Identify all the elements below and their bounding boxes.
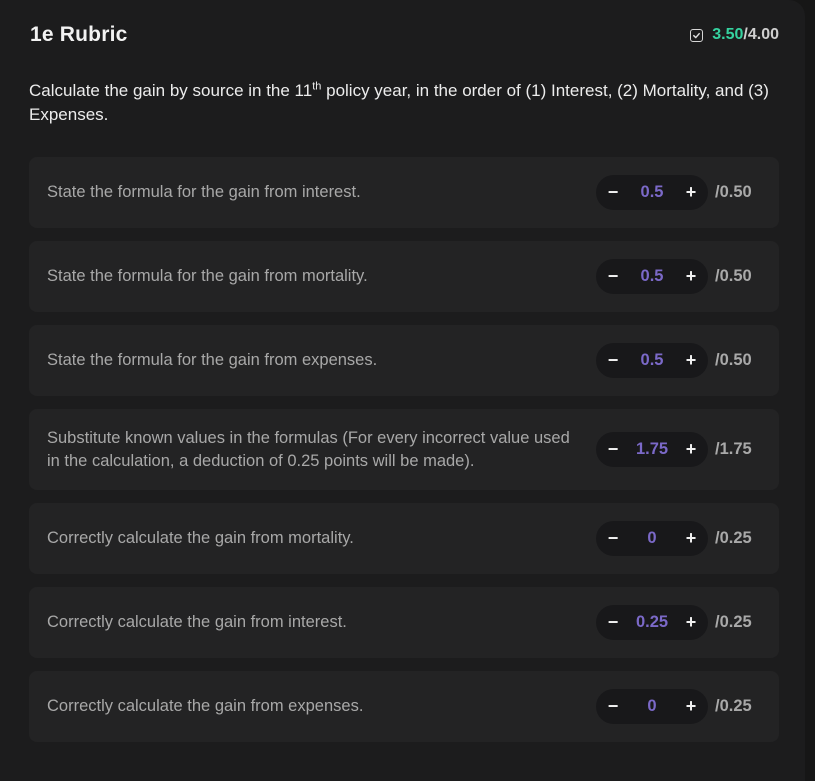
rubric-item: Correctly calculate the gain from mortal… <box>29 503 779 574</box>
rubric-item-label: State the formula for the gain from mort… <box>47 267 368 285</box>
increment-button[interactable]: + <box>684 266 698 287</box>
score-stepper: − 0 + <box>596 521 708 556</box>
max-points: /0.25 <box>715 613 752 631</box>
max-points: /0.25 <box>715 697 752 715</box>
increment-button[interactable]: + <box>684 612 698 633</box>
rubric-item-controls: − 0.5 + /0.50 <box>596 343 761 378</box>
increment-button[interactable]: + <box>684 350 698 371</box>
score-value[interactable]: 0.5 <box>620 351 684 370</box>
rubric-item-label: State the formula for the gain from expe… <box>47 351 378 369</box>
score-stepper: − 0.5 + <box>596 259 708 294</box>
score-total: /4.00 <box>743 26 779 43</box>
increment-button[interactable]: + <box>684 439 698 460</box>
checkbox-checked-icon <box>690 28 704 42</box>
decrement-button[interactable]: − <box>606 612 620 633</box>
score-value[interactable]: 0.5 <box>620 267 684 286</box>
decrement-button[interactable]: − <box>606 439 620 460</box>
max-points: /0.50 <box>715 351 752 369</box>
score-stepper: − 0.25 + <box>596 605 708 640</box>
score-value[interactable]: 0.25 <box>620 613 684 632</box>
rubric-item: Substitute known values in the formulas … <box>29 409 779 490</box>
rubric-item-controls: − 0 + /0.25 <box>596 689 761 724</box>
question-text-before: Calculate the gain by source in the 11 <box>29 81 313 100</box>
decrement-button[interactable]: − <box>606 350 620 371</box>
score-value[interactable]: 0.5 <box>620 183 684 202</box>
max-points: /0.50 <box>715 267 752 285</box>
rubric-item-controls: − 0 + /0.25 <box>596 521 761 556</box>
score-value[interactable]: 0 <box>620 697 684 716</box>
rubric-item: Correctly calculate the gain from intere… <box>29 587 779 658</box>
increment-button[interactable]: + <box>684 528 698 549</box>
max-points: /0.50 <box>715 183 752 201</box>
rubric-header: 1e Rubric 3.50 /4.00 <box>30 21 779 49</box>
score-stepper: − 0.5 + <box>596 175 708 210</box>
max-points: /0.25 <box>715 529 752 547</box>
rubric-item-label: Correctly calculate the gain from mortal… <box>47 529 354 547</box>
rubric-title: 1e Rubric <box>30 23 128 46</box>
rubric-item-controls: − 0.5 + /0.50 <box>596 259 761 294</box>
rubric-items: State the formula for the gain from inte… <box>29 157 779 755</box>
rubric-item: State the formula for the gain from inte… <box>29 157 779 228</box>
rubric-item: Correctly calculate the gain from expens… <box>29 671 779 742</box>
score-earned: 3.50 <box>712 26 744 43</box>
rubric-item-controls: − 0.5 + /0.50 <box>596 175 761 210</box>
score-stepper: − 0 + <box>596 689 708 724</box>
increment-button[interactable]: + <box>684 182 698 203</box>
question-superscript: th <box>312 80 322 93</box>
rubric-panel: 1e Rubric 3.50 /4.00 Calculate the gain … <box>0 0 805 781</box>
rubric-item-controls: − 0.25 + /0.25 <box>596 605 761 640</box>
rubric-item-label: State the formula for the gain from inte… <box>47 183 361 201</box>
rubric-item-label: Substitute known values in the formulas … <box>47 428 570 470</box>
score-value[interactable]: 1.75 <box>620 440 684 459</box>
score-stepper: − 0.5 + <box>596 343 708 378</box>
decrement-button[interactable]: − <box>606 182 620 203</box>
decrement-button[interactable]: − <box>606 266 620 287</box>
score-stepper: − 1.75 + <box>596 432 708 467</box>
decrement-button[interactable]: − <box>606 528 620 549</box>
increment-button[interactable]: + <box>684 696 698 717</box>
max-points: /1.75 <box>715 440 752 458</box>
rubric-item-label: Correctly calculate the gain from expens… <box>47 697 364 715</box>
question-text: Calculate the gain by source in the 11th… <box>29 79 777 127</box>
rubric-item: State the formula for the gain from expe… <box>29 325 779 396</box>
rubric-item-controls: − 1.75 + /1.75 <box>596 432 761 467</box>
rubric-item-label: Correctly calculate the gain from intere… <box>47 613 347 631</box>
rubric-item: State the formula for the gain from mort… <box>29 241 779 312</box>
decrement-button[interactable]: − <box>606 696 620 717</box>
score-value[interactable]: 0 <box>620 529 684 548</box>
rubric-score: 3.50 /4.00 <box>690 26 779 44</box>
